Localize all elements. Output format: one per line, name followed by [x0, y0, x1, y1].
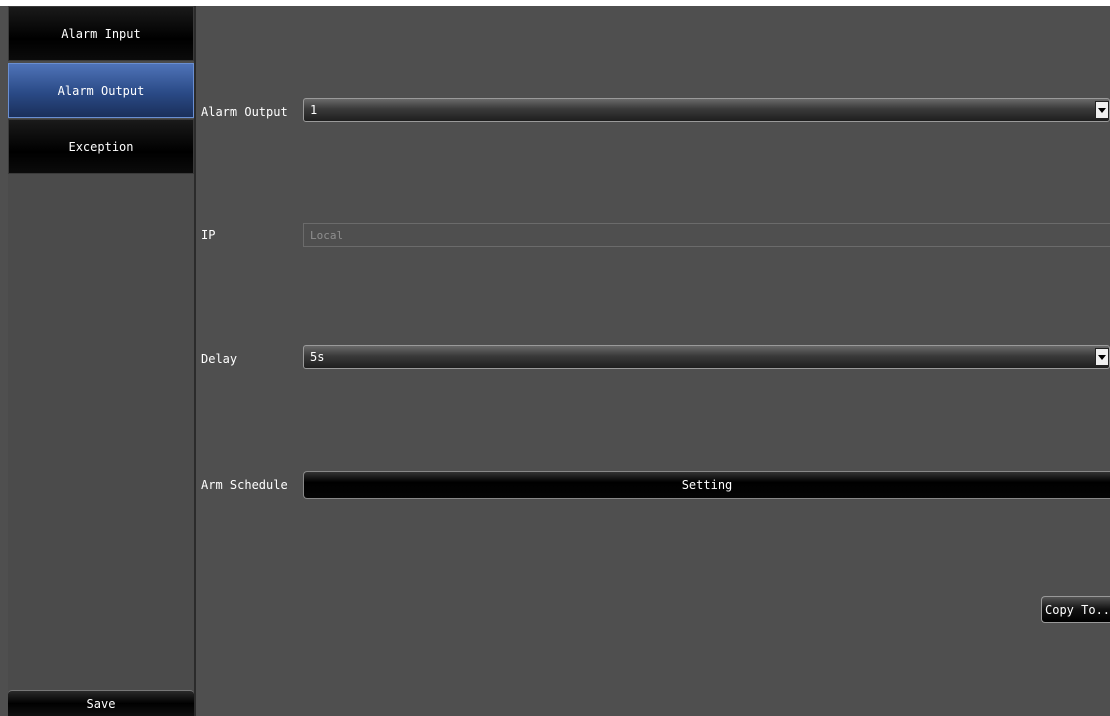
ip-label: IP	[201, 228, 216, 242]
sidebar-item-alarm-input[interactable]: Alarm Input	[8, 6, 194, 61]
sidebar-item-label: Alarm Input	[61, 26, 141, 41]
save-button[interactable]: Save	[8, 690, 194, 716]
alarm-output-value: 1	[310, 103, 318, 117]
sidebar-item-label: Exception	[68, 139, 134, 154]
sidebar-item-label: Alarm Output	[57, 83, 145, 98]
chevron-down-icon[interactable]	[1095, 101, 1109, 119]
sidebar: Alarm Input Alarm Output Exception Save	[8, 6, 196, 716]
ip-value: Local	[310, 228, 344, 242]
delay-select[interactable]: 5s	[303, 345, 1110, 369]
delay-value: 5s	[310, 350, 325, 364]
copy-to-button[interactable]: Copy To..	[1041, 596, 1110, 623]
alarm-output-select[interactable]: 1	[303, 98, 1110, 122]
alarm-output-label: Alarm Output	[201, 105, 288, 119]
sidebar-item-alarm-output[interactable]: Alarm Output	[8, 63, 194, 118]
arm-schedule-setting-button[interactable]: Setting	[303, 471, 1110, 499]
copy-to-label: Copy To..	[1045, 602, 1110, 617]
save-button-label: Save	[86, 696, 116, 711]
sidebar-item-exception[interactable]: Exception	[8, 119, 194, 174]
alarm-output-settings-window: Alarm Input Alarm Output Exception Save …	[0, 6, 1110, 716]
setting-button-label: Setting	[681, 478, 733, 492]
chevron-down-icon[interactable]	[1095, 348, 1109, 366]
ip-field: Local	[303, 223, 1110, 247]
arm-schedule-label: Arm Schedule	[201, 478, 288, 492]
delay-label: Delay	[201, 352, 238, 366]
